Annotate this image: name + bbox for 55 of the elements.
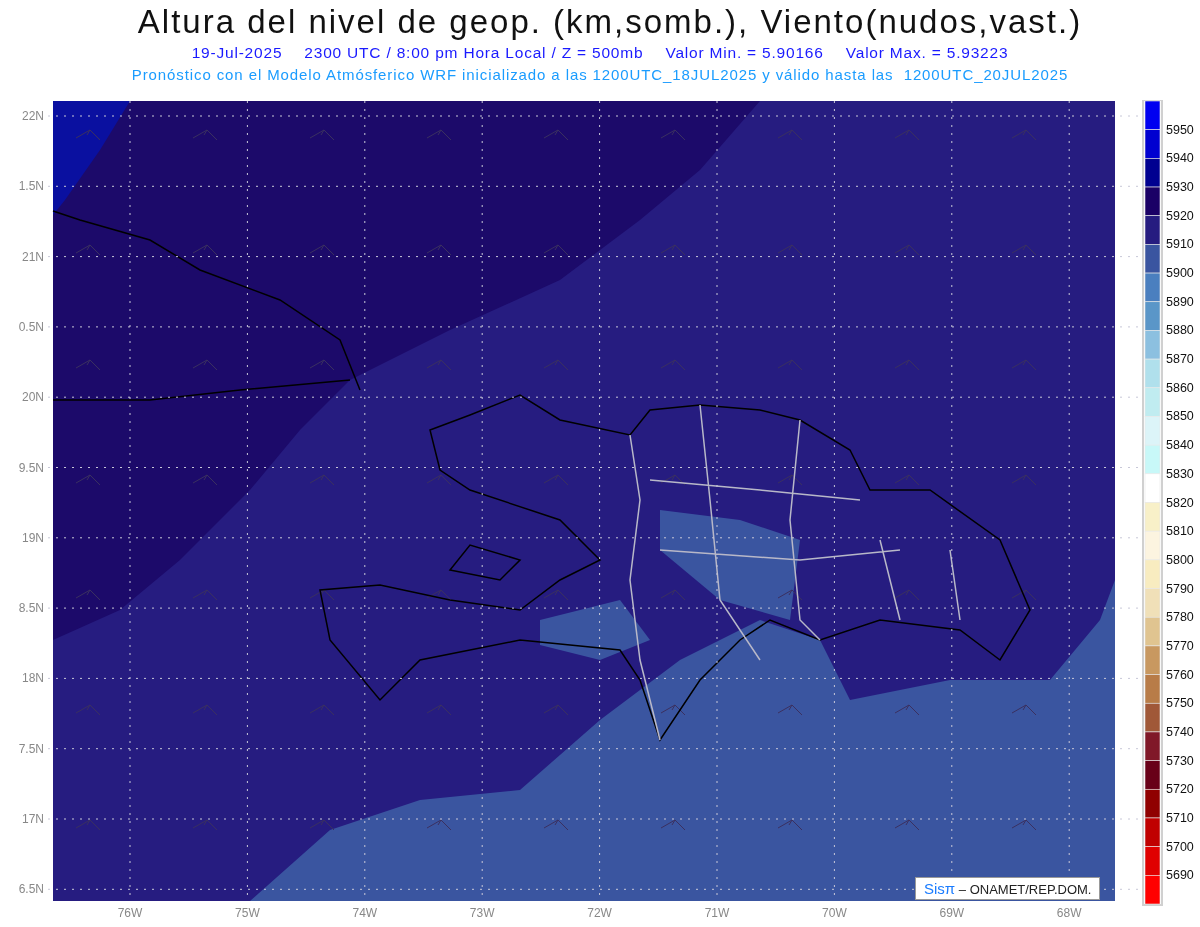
colorbar-label: 5950: [1166, 122, 1194, 137]
info-text: 2300 UTC / 8:00 pm Hora Local / Z = 500mb: [304, 43, 644, 63]
colorbar-label: 5860: [1166, 380, 1194, 395]
colorbar-label: 5910: [1166, 237, 1194, 252]
longitude-label: 69W: [939, 906, 965, 920]
credit-label: Sisπ – ONAMET/REP.DOM.: [915, 877, 1101, 900]
model-text: Pronóstico con el Modelo Atmósferico WRF inicializado a las 1200UTC_18JUL2025 y válido hasta las 1200UTC_20JUL2025: [131, 65, 1069, 85]
colorbar-label: 5740: [1166, 724, 1194, 739]
latitude-label: 8.5N: [18, 601, 44, 616]
colorbar-label: 5800: [1166, 552, 1194, 567]
longitude-label: 72W: [587, 906, 612, 920]
colorbar-label: 5870: [1166, 352, 1194, 367]
longitude-label: 74W: [352, 906, 378, 920]
colorbar-label: 5880: [1166, 323, 1194, 338]
latitude-label: 22N: [22, 109, 44, 123]
colorbar-label: 5700: [1166, 839, 1194, 854]
colorbar-label: 5830: [1166, 466, 1194, 481]
longitude-label: 73W: [469, 906, 495, 920]
colorbar-label: 5690: [1166, 868, 1194, 883]
latitude-label: 18N: [22, 671, 44, 686]
latitude-label: 1.5N: [18, 179, 44, 194]
latitude-label: 7.5N: [18, 741, 44, 756]
colorbar-label: 5710: [1166, 810, 1194, 825]
colorbar-label: 5770: [1166, 638, 1194, 653]
longitude-label: 75W: [235, 906, 260, 920]
colorbar-label: 5720: [1166, 782, 1194, 797]
colorbar-label: 5820: [1166, 495, 1194, 510]
colorbar-label: 5750: [1166, 696, 1194, 711]
latitude-label: 21N: [22, 249, 44, 264]
colorbar-label: 5760: [1166, 667, 1194, 682]
colorbar-label: 5930: [1166, 180, 1194, 195]
chart-title: Altura del nivel de geop. (km,somb.), Viento(nudos,vast.): [137, 2, 1083, 42]
colorbar-label: 5900: [1166, 266, 1194, 281]
colorbar-label: 5790: [1166, 581, 1194, 596]
longitude-label: 71W: [704, 906, 730, 920]
latitude-label: 9.5N: [18, 460, 44, 475]
colorbar-label: 5850: [1166, 409, 1194, 424]
info-text: Valor Max. = 5.93223: [845, 43, 1009, 63]
longitude-label: 68W: [1056, 906, 1082, 920]
colorbar-label: 5890: [1166, 294, 1194, 309]
colorbar-label: 5810: [1166, 524, 1194, 539]
info-text: 19-Jul-2025: [191, 43, 283, 63]
latitude-label: 6.5N: [18, 882, 44, 897]
latitude-label: 0.5N: [18, 319, 44, 334]
colorbar-label: 5920: [1166, 208, 1194, 223]
info-text: Valor Min. = 5.90166: [665, 43, 824, 63]
latitude-label: 19N: [22, 530, 44, 545]
colorbar-label: 5940: [1166, 151, 1194, 166]
colorbar-label: 5840: [1166, 438, 1194, 453]
longitude-label: 70W: [822, 906, 847, 920]
latitude-label: 20N: [22, 390, 44, 405]
colorbar-label: 5780: [1166, 610, 1194, 625]
colorbar-label: 5730: [1166, 753, 1194, 768]
longitude-label: 76W: [117, 906, 143, 920]
latitude-label: 17N: [22, 812, 44, 826]
